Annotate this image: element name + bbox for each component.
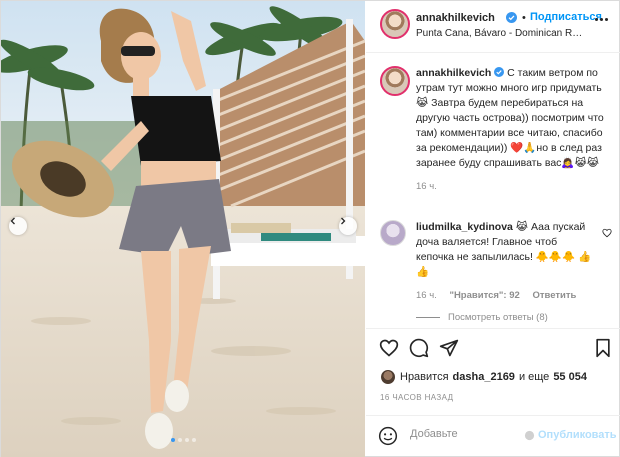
author-avatar[interactable] bbox=[380, 9, 410, 39]
heart-icon bbox=[379, 339, 399, 357]
chevron-right-icon bbox=[341, 217, 346, 225]
comment-item: liudmilka_kydinova 😹 Ааа пускай доча вал… bbox=[380, 220, 612, 320]
post-side-panel: annakhilkevich • Подписаться Punta Cana,… bbox=[366, 1, 620, 457]
caption-time[interactable]: 16 ч. bbox=[416, 181, 437, 192]
post-location[interactable]: Punta Cana, Bávaro - Dominican Repu... bbox=[416, 28, 586, 39]
caption-author-avatar[interactable] bbox=[380, 66, 410, 96]
carousel-dot bbox=[191, 438, 196, 442]
liker-avatar[interactable] bbox=[380, 369, 396, 385]
save-button[interactable] bbox=[592, 337, 614, 359]
add-comment-bar: Опубликовать bbox=[366, 415, 620, 457]
liker-username[interactable]: dasha_2169 bbox=[453, 371, 515, 383]
comments-list: annakhilkevich С таким ветром по утрам т… bbox=[366, 54, 620, 329]
like-button[interactable] bbox=[378, 337, 400, 359]
likes-count[interactable]: 55 054 bbox=[553, 371, 587, 383]
carousel-dot bbox=[170, 438, 175, 442]
chevron-left-icon bbox=[10, 217, 15, 225]
caption-comment: annakhilkevich С таким ветром по утрам т… bbox=[380, 66, 612, 216]
paper-plane-icon bbox=[439, 339, 459, 357]
publish-button[interactable]: Опубликовать bbox=[524, 429, 617, 441]
carousel-dots bbox=[1, 438, 365, 442]
caption-username[interactable]: annakhilkevich bbox=[416, 67, 491, 79]
comment-icon bbox=[409, 338, 429, 358]
smiley-icon[interactable] bbox=[378, 426, 398, 446]
caption-text: С таким ветром по утрам тут можно много … bbox=[416, 67, 604, 169]
comment-time[interactable]: 16 ч. bbox=[416, 290, 437, 301]
post-header: annakhilkevich • Подписаться Punta Cana,… bbox=[366, 1, 620, 53]
post-photo[interactable] bbox=[1, 1, 365, 457]
instagram-post-modal: annakhilkevich • Подписаться Punta Cana,… bbox=[0, 0, 620, 457]
carousel-prev-button[interactable] bbox=[9, 217, 27, 235]
separator-dot: • bbox=[522, 12, 526, 24]
more-horizontal-icon[interactable] bbox=[595, 13, 611, 25]
reply-button[interactable]: Ответить bbox=[532, 290, 576, 301]
view-replies-label: Посмотреть ответы (8) bbox=[448, 312, 548, 323]
beach-photo-illustration bbox=[1, 1, 365, 457]
view-replies-button[interactable]: Посмотреть ответы (8) bbox=[416, 312, 548, 323]
verified-badge-icon bbox=[506, 12, 517, 23]
post-timestamp[interactable]: 16 ЧАСОВ НАЗАД bbox=[380, 393, 453, 402]
comment-likes[interactable]: "Нравится": 92 bbox=[449, 290, 519, 301]
comment-button[interactable] bbox=[408, 337, 430, 359]
author-username[interactable]: annakhilkevich bbox=[416, 12, 495, 24]
carousel-next-button[interactable] bbox=[339, 217, 357, 235]
comment-input[interactable] bbox=[410, 428, 540, 440]
subscribe-button[interactable]: Подписаться bbox=[530, 11, 602, 23]
share-button[interactable] bbox=[438, 337, 460, 359]
likes-prefix: Нравится bbox=[400, 371, 449, 383]
post-actions bbox=[366, 331, 620, 367]
carousel-dot bbox=[177, 438, 182, 442]
publish-label: Опубликовать bbox=[538, 429, 617, 441]
commenter-avatar[interactable] bbox=[380, 220, 406, 246]
likes-suffix: и еще bbox=[518, 371, 550, 383]
carousel-dot bbox=[184, 438, 189, 442]
verified-badge-icon bbox=[494, 67, 505, 77]
bookmark-icon bbox=[596, 338, 610, 358]
divider-line bbox=[416, 317, 440, 318]
commenter-username[interactable]: liudmilka_kydinova bbox=[416, 221, 513, 233]
heart-icon[interactable] bbox=[602, 228, 612, 238]
likes-summary: Нравится dasha_2169 и еще 55 054 bbox=[380, 369, 620, 385]
emoji-icon bbox=[524, 430, 535, 440]
